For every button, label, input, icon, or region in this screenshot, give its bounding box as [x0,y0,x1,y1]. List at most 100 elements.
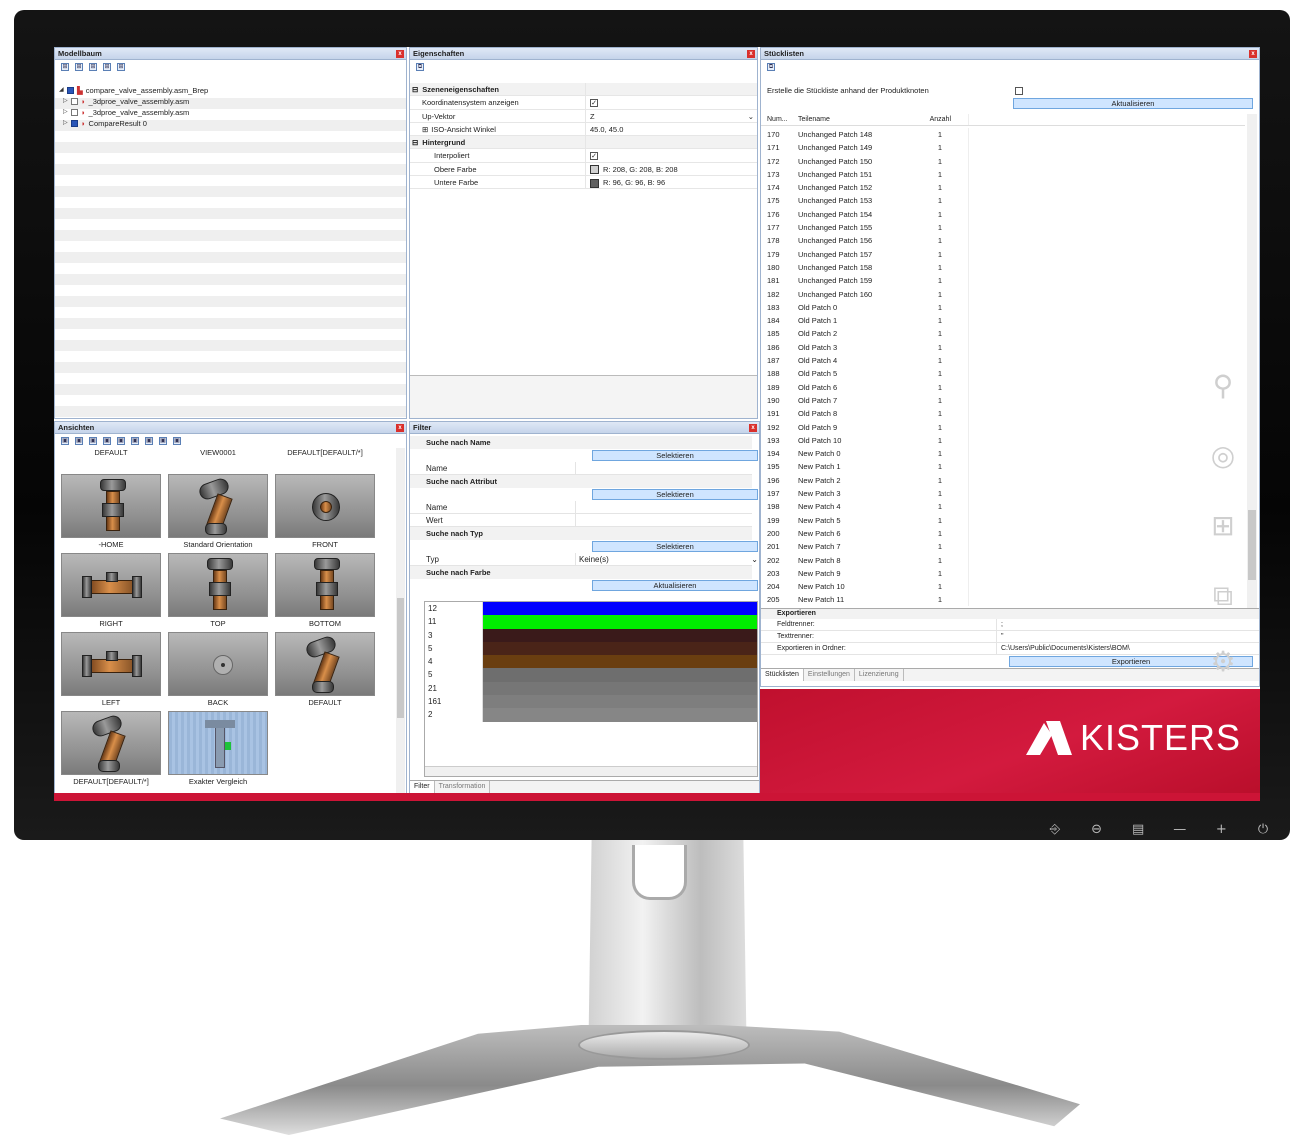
field-separator-input[interactable]: ; [997,619,1259,630]
col-count[interactable]: Anzahl [919,114,969,125]
color-swatch[interactable] [483,681,757,696]
plus-icon[interactable]: + [1210,822,1232,837]
property-value-cell[interactable]: R: 208, G: 208, B: 208 [586,163,757,175]
color-row[interactable]: 21 [425,681,757,696]
color-swatch[interactable] [483,655,757,669]
search-by-name-header[interactable]: Suche nach Name [410,436,752,449]
gear-icon[interactable]: ⚙ [1206,645,1240,679]
col-number[interactable]: Num... [761,114,793,125]
bom-row[interactable]: 170 Unchanged Patch 148 1 [761,128,1245,142]
settings-icon[interactable]: ▤ [1127,822,1149,837]
search-by-color-header[interactable]: Suche nach Farbe [410,566,752,579]
collapsed-arrow-icon[interactable]: ▷ [63,118,71,129]
view-tool-icon[interactable]: ▣ [131,437,139,445]
color-swatch[interactable] [590,178,599,188]
bom-row[interactable]: 177 Unchanged Patch 155 1 [761,221,1245,235]
property-row[interactable]: Obere Farbe R: 208, G: 208, B: 208 [410,162,757,177]
property-row[interactable]: Interpoliert ✓ [410,149,757,163]
copy-icon[interactable]: ⧉ [416,63,424,71]
devices-icon[interactable]: ⧉ [1206,579,1240,613]
type-dropdown[interactable]: Keine(s) ⌄ [576,553,758,565]
collapsed-arrow-icon[interactable]: ▷ [63,96,71,107]
color-row[interactable]: 5 [425,668,757,682]
view-tool-icon[interactable]: ▣ [117,437,125,445]
collapse-icon[interactable]: ⊞ [103,63,111,71]
property-row[interactable]: Up-Vektor Z ⌄ [410,109,757,123]
expand-icon[interactable]: ⊞ [89,63,97,71]
property-value-cell[interactable]: 45.0, 45.0 [586,123,757,135]
tab-stücklisten[interactable]: Stücklisten [761,669,804,681]
visibility-checkbox[interactable] [71,98,78,105]
collapsed-arrow-icon[interactable]: ▷ [63,107,71,118]
view-tool-icon[interactable]: ▣ [159,437,167,445]
bom-row[interactable]: 172 Unchanged Patch 150 1 [761,154,1245,168]
tab-einstellungen[interactable]: Einstellungen [804,669,855,681]
view-thumbnail[interactable] [168,474,268,538]
view-thumbnail[interactable] [61,474,161,538]
collapse-icon[interactable]: ⊟ [412,85,418,94]
view-tool-icon[interactable]: ▣ [75,437,83,445]
bom-row[interactable]: 184 Old Patch 1 1 [761,314,1245,328]
bom-row[interactable]: 193 Old Patch 10 1 [761,433,1245,448]
name-field-input[interactable] [576,462,752,474]
view-tool-icon[interactable]: ▣ [103,437,111,445]
color-row[interactable]: 11 [425,615,757,629]
bom-row[interactable]: 192 Old Patch 9 1 [761,420,1245,434]
views-scrollbar[interactable] [396,448,405,793]
minus-icon[interactable]: — [1169,822,1191,837]
color-swatch[interactable] [483,628,757,642]
color-swatch[interactable] [483,641,757,656]
search-by-attribute-header[interactable]: Suche nach Attribut [410,475,752,488]
menu-icon[interactable]: ⊖ [1086,822,1108,837]
refresh-colors-button[interactable]: Aktualisieren [592,580,758,591]
select-by-attribute-button[interactable]: Selektieren [592,489,758,500]
view-thumbnail[interactable] [168,711,268,775]
property-value-cell[interactable]: ✓ [586,96,757,108]
close-icon[interactable]: x [1249,50,1257,58]
bom-row[interactable]: 195 New Patch 1 1 [761,460,1245,474]
view-thumbnail[interactable] [61,553,161,617]
color-row[interactable]: 5 [425,641,757,656]
view-tool-icon[interactable]: ▣ [61,437,69,445]
text-separator-input[interactable]: " [997,631,1259,642]
view-tool-icon[interactable]: ▣ [89,437,97,445]
bom-row[interactable]: 179 Unchanged Patch 157 1 [761,247,1245,261]
collapse-all-icon[interactable]: ⊞ [75,63,83,71]
property-checkbox[interactable]: ✓ [590,99,598,108]
view-thumbnail[interactable] [61,711,161,775]
property-value[interactable]: Z [590,112,595,121]
bom-row[interactable]: 175 Unchanged Patch 153 1 [761,194,1245,208]
bom-row[interactable]: 187 Old Patch 4 1 [761,354,1245,368]
view-thumbnail[interactable] [275,474,375,538]
col-partname[interactable]: Teilename [793,114,919,125]
bom-row[interactable]: 186 Old Patch 3 1 [761,340,1245,355]
tree-node[interactable]: ▷ ◗ CompareResult 0 [59,118,406,129]
view-thumbnail[interactable] [168,553,268,617]
color-row[interactable]: 4 [425,655,757,669]
color-swatch[interactable] [483,695,757,709]
property-row[interactable]: ⊞ ISO-Ansicht Winkel 45.0, 45.0 [410,122,757,137]
copy-icon[interactable]: ⧉ [767,63,775,71]
select-by-type-button[interactable]: Selektieren [592,541,758,552]
view-tool-icon[interactable]: ▣ [145,437,153,445]
bom-row[interactable]: 198 New Patch 4 1 [761,500,1245,514]
close-icon[interactable]: x [749,424,757,432]
tab-filter[interactable]: Filter [410,781,435,793]
power-icon[interactable]: ⏻ [1252,822,1274,837]
view-tool-icon[interactable]: ▣ [173,437,181,445]
property-value-cell[interactable]: Z ⌄ [586,110,757,122]
bom-row[interactable]: 171 Unchanged Patch 149 1 [761,141,1245,155]
visibility-checkbox[interactable] [71,109,78,116]
chevron-down-icon[interactable]: ⌄ [748,110,754,123]
scroll-thumb[interactable] [1248,510,1256,580]
property-row[interactable]: ⊟ Hintergrund [410,136,757,150]
attr-name-input[interactable] [576,501,752,513]
property-value-cell[interactable]: R: 96, G: 96, B: 96 [586,176,757,188]
property-row[interactable]: Untere Farbe R: 96, G: 96, B: 96 [410,176,757,190]
bom-row[interactable]: 190 Old Patch 7 1 [761,393,1245,408]
chrome-icon[interactable]: ◎ [1206,439,1240,473]
close-icon[interactable]: x [747,50,755,58]
input-icon[interactable]: ⎆ [1044,822,1066,837]
tab-lizenzierung[interactable]: Lizenzierung [855,669,904,681]
view-thumbnail[interactable] [275,553,375,617]
